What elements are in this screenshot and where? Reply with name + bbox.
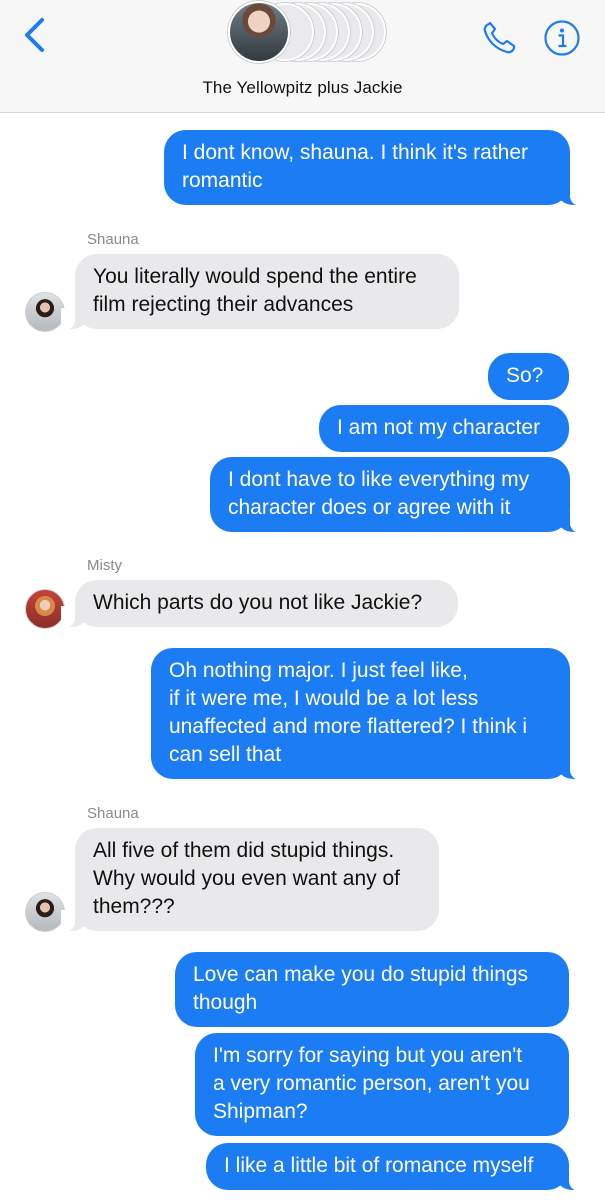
message-line: Why would you even want any of [93, 867, 401, 890]
message-line: if it were me, I would be a lot less [169, 687, 479, 710]
message-line: I am not my character [337, 416, 541, 439]
call-button[interactable] [480, 20, 520, 56]
back-button[interactable] [18, 15, 52, 55]
message-line: You literally would spend the entire [93, 265, 417, 288]
message-line: romantic [182, 169, 263, 192]
message-bubble-outgoing[interactable]: Oh nothing major. I just feel like, if i… [151, 648, 584, 780]
sender-name: Shauna [87, 231, 139, 248]
message-bubble-outgoing[interactable]: I like a little bit of romance myself [206, 1143, 583, 1191]
sender-name: Shauna [87, 805, 139, 822]
message-bubble-outgoing[interactable]: I dont know, shauna. I think it's rather… [164, 130, 584, 206]
message-bubble-outgoing[interactable]: I am not my character [319, 405, 569, 452]
message-line: Oh nothing major. I just feel like, [169, 659, 468, 682]
message-line: a very romantic person, aren't you [213, 1072, 530, 1095]
message-line: So? [506, 364, 544, 387]
conversation-header: The Yellowpitz plus Jackie [0, 0, 605, 113]
message-line: them??? [93, 895, 175, 918]
message-line: character does or agree with it [228, 496, 511, 519]
message-bubble-outgoing[interactable]: So? [488, 353, 569, 400]
message-line: film rejecting their advances [93, 293, 354, 316]
chevron-left-icon [25, 18, 44, 52]
message-line: I dont have to like everything my [228, 468, 530, 491]
message-line: I dont know, shauna. I think it's rather [182, 141, 529, 164]
message-bubble-incoming[interactable]: All five of them did stupid things. Why … [61, 828, 439, 932]
info-icon [544, 20, 580, 56]
message-bubble-incoming[interactable]: You literally would spend the entire fil… [61, 254, 459, 330]
sender-name: Misty [87, 557, 122, 574]
avatar [228, 1, 290, 63]
message-bubble-outgoing[interactable]: I dont have to like everything my charac… [210, 457, 584, 533]
message-line: though [193, 991, 258, 1014]
group-title[interactable]: The Yellowpitz plus Jackie [0, 78, 605, 98]
message-line: All five of them did stupid things. [93, 839, 395, 862]
avatar[interactable] [25, 292, 65, 332]
info-button[interactable] [543, 19, 581, 57]
phone-icon [483, 21, 516, 54]
message-line: I like a little bit of romance myself [224, 1154, 534, 1177]
group-avatars[interactable] [228, 0, 388, 66]
message-bubble-outgoing[interactable]: Love can make you do stupid things thoug… [175, 952, 569, 1027]
message-line: Shipman? [213, 1100, 308, 1123]
avatar[interactable] [25, 892, 65, 932]
message-line: Love can make you do stupid things [193, 963, 529, 986]
avatar[interactable] [25, 589, 65, 629]
message-line: Which parts do you not like Jackie? [93, 591, 423, 614]
message-line: I'm sorry for saying but you aren't [213, 1044, 523, 1067]
message-bubble-incoming[interactable]: Which parts do you not like Jackie? [61, 580, 458, 628]
message-line: unaffected and more flattered? I think i [169, 715, 528, 738]
message-bubble-outgoing[interactable]: I'm sorry for saying but you aren't a ve… [195, 1033, 569, 1136]
message-line: can sell that [169, 743, 282, 766]
